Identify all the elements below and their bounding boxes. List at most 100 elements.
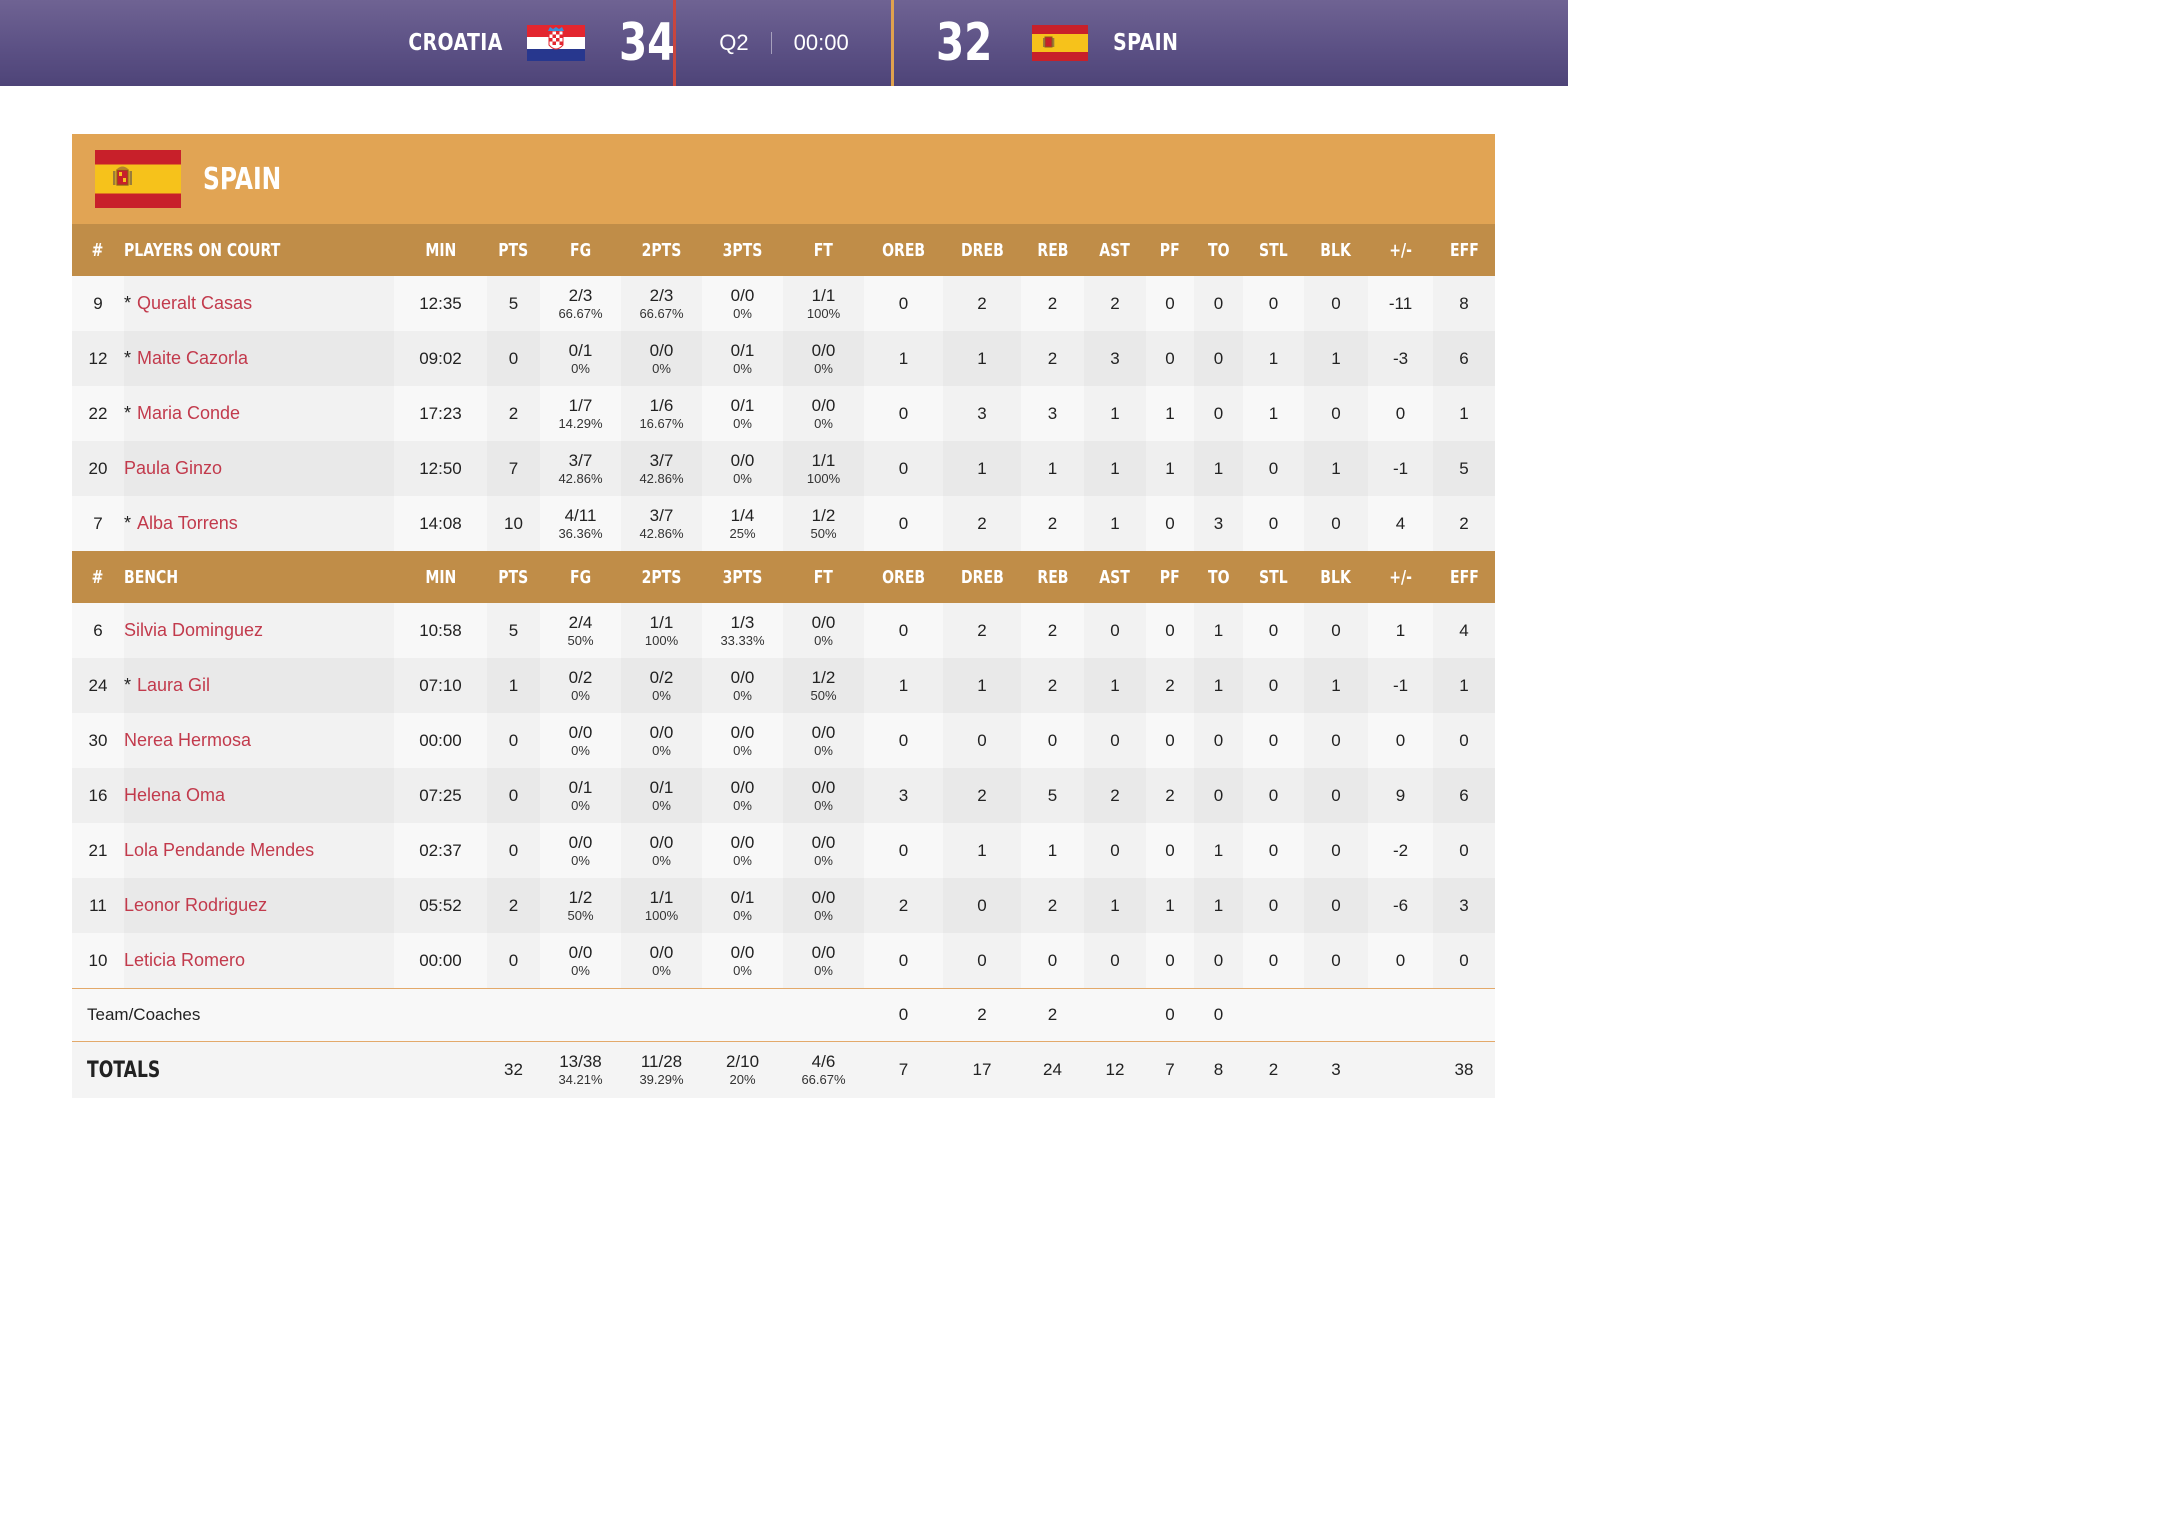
field-goals: 4/11 36.36%	[540, 496, 621, 551]
three-pointers: 1/4 25%	[702, 496, 783, 551]
player-row[interactable]: 7 * Alba Torrens 14:08 10 4/11 36.36% 3/7 42.86%…	[72, 496, 1495, 551]
player-link[interactable]: Leticia Romero	[124, 950, 245, 970]
col-header-players-on-court[interactable]: PLAYERS ON COURT	[124, 224, 394, 276]
col-header-blk[interactable]: BLK	[1304, 551, 1368, 603]
free-throws: 0/0 0%	[783, 768, 864, 823]
stat-oreb: 0	[864, 603, 943, 658]
player-link[interactable]: Lola Pendande Mendes	[124, 840, 314, 860]
player-link[interactable]: Leonor Rodriguez	[124, 895, 267, 915]
player-row[interactable]: 21 Lola Pendande Mendes 02:37 0 0/0 0% 0/0 0% 0/…	[72, 823, 1495, 878]
col-header-fg[interactable]: FG	[540, 551, 621, 603]
col-header-stl[interactable]: STL	[1243, 224, 1304, 276]
col-header-reb[interactable]: REB	[1021, 224, 1084, 276]
stat-dreb: 0	[943, 878, 1021, 933]
three-pointers: 0/1 0%	[702, 878, 783, 933]
minutes: 12:35	[394, 276, 487, 331]
col-header-ft[interactable]: FT	[783, 551, 864, 603]
player-link[interactable]: Paula Ginzo	[124, 458, 222, 478]
player-row[interactable]: 9 * Queralt Casas 12:35 5 2/3 66.67% 2/3 66.67% 0…	[72, 276, 1495, 331]
player-link[interactable]: Nerea Hermosa	[124, 730, 251, 750]
player-link[interactable]: Laura Gil	[137, 675, 210, 695]
col-header-oreb[interactable]: OREB	[864, 224, 943, 276]
player-row[interactable]: 22 * Maria Conde 17:23 2 1/7 14.29% 1/6 16.67% 0/…	[72, 386, 1495, 441]
col-header-3pts[interactable]: 3PTS	[702, 224, 783, 276]
total-two-pointers: 11/28 39.29%	[621, 1041, 702, 1098]
starter-marker: *	[124, 293, 132, 313]
points: 0	[487, 331, 540, 386]
home-team[interactable]: CROATIA 34	[398, 0, 683, 86]
player-row[interactable]: 12 * Maite Cazorla 09:02 0 0/1 0% 0/0 0% 0/1 0% 0/0…	[72, 331, 1495, 386]
stat-reb: 0	[1021, 933, 1084, 989]
player-row[interactable]: 11 Leonor Rodriguez 05:52 2 1/2 50% 1/1 100% 0/1…	[72, 878, 1495, 933]
player-name-cell: * Laura Gil	[124, 658, 394, 713]
player-name-cell: * Alba Torrens	[124, 496, 394, 551]
stat-ast: 1	[1084, 441, 1146, 496]
col-header-dreb[interactable]: DREB	[943, 551, 1021, 603]
three-pointers: 0/0 0%	[702, 441, 783, 496]
player-link[interactable]: Maite Cazorla	[137, 348, 248, 368]
stat-ast: 3	[1084, 331, 1146, 386]
col-header-reb[interactable]: REB	[1021, 551, 1084, 603]
stat-pm: 4	[1368, 496, 1433, 551]
player-link[interactable]: Alba Torrens	[137, 513, 238, 533]
free-throws: 0/0 0%	[783, 823, 864, 878]
jersey-number: 6	[72, 603, 124, 658]
player-link[interactable]: Silvia Dominguez	[124, 620, 263, 640]
home-score: 34	[619, 13, 676, 73]
col-header-to[interactable]: TO	[1194, 224, 1243, 276]
two-pointers: 0/0 0%	[621, 823, 702, 878]
col-header-pf[interactable]: PF	[1146, 551, 1194, 603]
player-name-cell: Leonor Rodriguez	[124, 878, 394, 933]
col-header-to[interactable]: TO	[1194, 551, 1243, 603]
col-header-3pts[interactable]: 3PTS	[702, 551, 783, 603]
totals-row: TOTALS 32 13/38 34.21% 11/28 39.29% 2/10 20% 4/6…	[72, 1041, 1495, 1098]
points: 0	[487, 713, 540, 768]
player-row[interactable]: 16 Helena Oma 07:25 0 0/1 0% 0/1 0% 0/0 0% 0/0 0% 3 2…	[72, 768, 1495, 823]
player-link[interactable]: Helena Oma	[124, 785, 225, 805]
stat-stl: 0	[1243, 768, 1304, 823]
col-header-oreb[interactable]: OREB	[864, 551, 943, 603]
col-header-blk[interactable]: BLK	[1304, 224, 1368, 276]
col-header-number[interactable]: #	[72, 551, 124, 603]
col-header-pf[interactable]: PF	[1146, 224, 1194, 276]
stat-reb: 5	[1021, 768, 1084, 823]
col-header-fg[interactable]: FG	[540, 224, 621, 276]
col-header-min[interactable]: MIN	[394, 551, 487, 603]
col-header-2pts[interactable]: 2PTS	[621, 224, 702, 276]
two-pointers: 3/7 42.86%	[621, 496, 702, 551]
col-header-2pts[interactable]: 2PTS	[621, 551, 702, 603]
minutes: 17:23	[394, 386, 487, 441]
player-row[interactable]: 10 Leticia Romero 00:00 0 0/0 0% 0/0 0% 0/0 0% 0/0…	[72, 933, 1495, 989]
col-header-eff[interactable]: EFF	[1433, 551, 1495, 603]
col-header-number[interactable]: #	[72, 224, 124, 276]
minutes: 07:25	[394, 768, 487, 823]
col-header-bench[interactable]: BENCH	[124, 551, 394, 603]
player-row[interactable]: 30 Nerea Hermosa 00:00 0 0/0 0% 0/0 0% 0/0 0% 0/0 0…	[72, 713, 1495, 768]
stat-oreb: 3	[864, 768, 943, 823]
col-header-pm[interactable]: +/-	[1368, 224, 1433, 276]
col-header-pts[interactable]: PTS	[487, 224, 540, 276]
jersey-number: 16	[72, 768, 124, 823]
col-header-ast[interactable]: AST	[1084, 224, 1146, 276]
col-header-min[interactable]: MIN	[394, 224, 487, 276]
stat-ast: 1	[1084, 658, 1146, 713]
col-header-pts[interactable]: PTS	[487, 551, 540, 603]
player-row[interactable]: 6 Silvia Dominguez 10:58 5 2/4 50% 1/1 100% 1/3 3…	[72, 603, 1495, 658]
player-link[interactable]: Maria Conde	[137, 403, 240, 423]
col-header-ast[interactable]: AST	[1084, 551, 1146, 603]
col-header-pm[interactable]: +/-	[1368, 551, 1433, 603]
starter-marker: *	[124, 513, 132, 533]
col-header-stl[interactable]: STL	[1243, 551, 1304, 603]
away-team[interactable]: 32 SPAIN	[928, 0, 1186, 86]
player-row[interactable]: 24 * Laura Gil 07:10 1 0/2 0% 0/2 0% 0/0 0% 1/2 50% 1…	[72, 658, 1495, 713]
player-row[interactable]: 20 Paula Ginzo 12:50 7 3/7 42.86% 3/7 42.86% 0/0…	[72, 441, 1495, 496]
stat-eff: 0	[1433, 823, 1495, 878]
col-header-dreb[interactable]: DREB	[943, 224, 1021, 276]
stat-blk: 0	[1304, 823, 1368, 878]
box-score-table: # PLAYERS ON COURT MIN PTS FG 2PTS 3PTS FT OREB D…	[72, 224, 1495, 1098]
player-link[interactable]: Queralt Casas	[137, 293, 252, 313]
stat-blk: 0	[1304, 713, 1368, 768]
col-header-eff[interactable]: EFF	[1433, 224, 1495, 276]
stat-pm: -6	[1368, 878, 1433, 933]
col-header-ft[interactable]: FT	[783, 224, 864, 276]
